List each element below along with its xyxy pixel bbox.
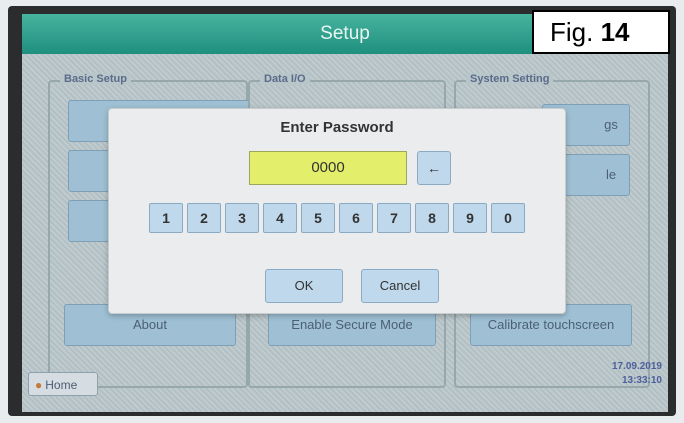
figure-label: Fig. 14 xyxy=(532,10,670,54)
password-dialog: Enter Password 0000 ← 1 2 3 4 5 6 7 8 9 … xyxy=(108,108,566,314)
ok-button[interactable]: OK xyxy=(265,269,343,303)
backspace-icon: ← xyxy=(427,160,441,176)
calibrate-touchscreen-label: Calibrate touchscreen xyxy=(487,317,615,332)
enable-secure-mode-label: Enable Secure Mode xyxy=(291,317,413,332)
backspace-button[interactable]: ← xyxy=(417,151,451,185)
key-8[interactable]: 8 xyxy=(415,203,449,233)
date-text: 17.09.2019 xyxy=(611,361,662,372)
home-icon: ● xyxy=(35,378,43,392)
dialog-title: Enter Password xyxy=(280,119,394,136)
key-7[interactable]: 7 xyxy=(377,203,411,233)
group-label-data-io: Data I/O xyxy=(260,73,310,85)
key-6[interactable]: 6 xyxy=(339,203,373,233)
figure-number: 14 xyxy=(600,17,630,47)
home-button[interactable]: ● Home xyxy=(28,372,98,396)
key-0[interactable]: 0 xyxy=(491,203,525,233)
device-screen: Setup Basic Setup About Data I/O Enable … xyxy=(22,14,668,412)
home-button-label: Home xyxy=(45,378,78,392)
group-label-basic-setup: Basic Setup xyxy=(60,73,131,85)
key-1[interactable]: 1 xyxy=(149,203,183,233)
time-text: 13:33:10 xyxy=(621,375,662,386)
figure-prefix: Fig. xyxy=(550,17,594,47)
key-9[interactable]: 9 xyxy=(453,203,487,233)
group-label-system-setting: System Setting xyxy=(466,73,554,85)
key-3[interactable]: 3 xyxy=(225,203,259,233)
system-setting-button-2-label: le xyxy=(605,167,617,182)
key-2[interactable]: 2 xyxy=(187,203,221,233)
key-4[interactable]: 4 xyxy=(263,203,297,233)
system-setting-button-1-label: gs xyxy=(604,117,618,132)
datetime-display: 17.09.2019 13:33:10 xyxy=(612,360,662,388)
key-5[interactable]: 5 xyxy=(301,203,335,233)
cancel-button[interactable]: Cancel xyxy=(361,269,439,303)
about-button-label: About xyxy=(133,317,167,332)
password-input[interactable]: 0000 xyxy=(249,151,407,185)
